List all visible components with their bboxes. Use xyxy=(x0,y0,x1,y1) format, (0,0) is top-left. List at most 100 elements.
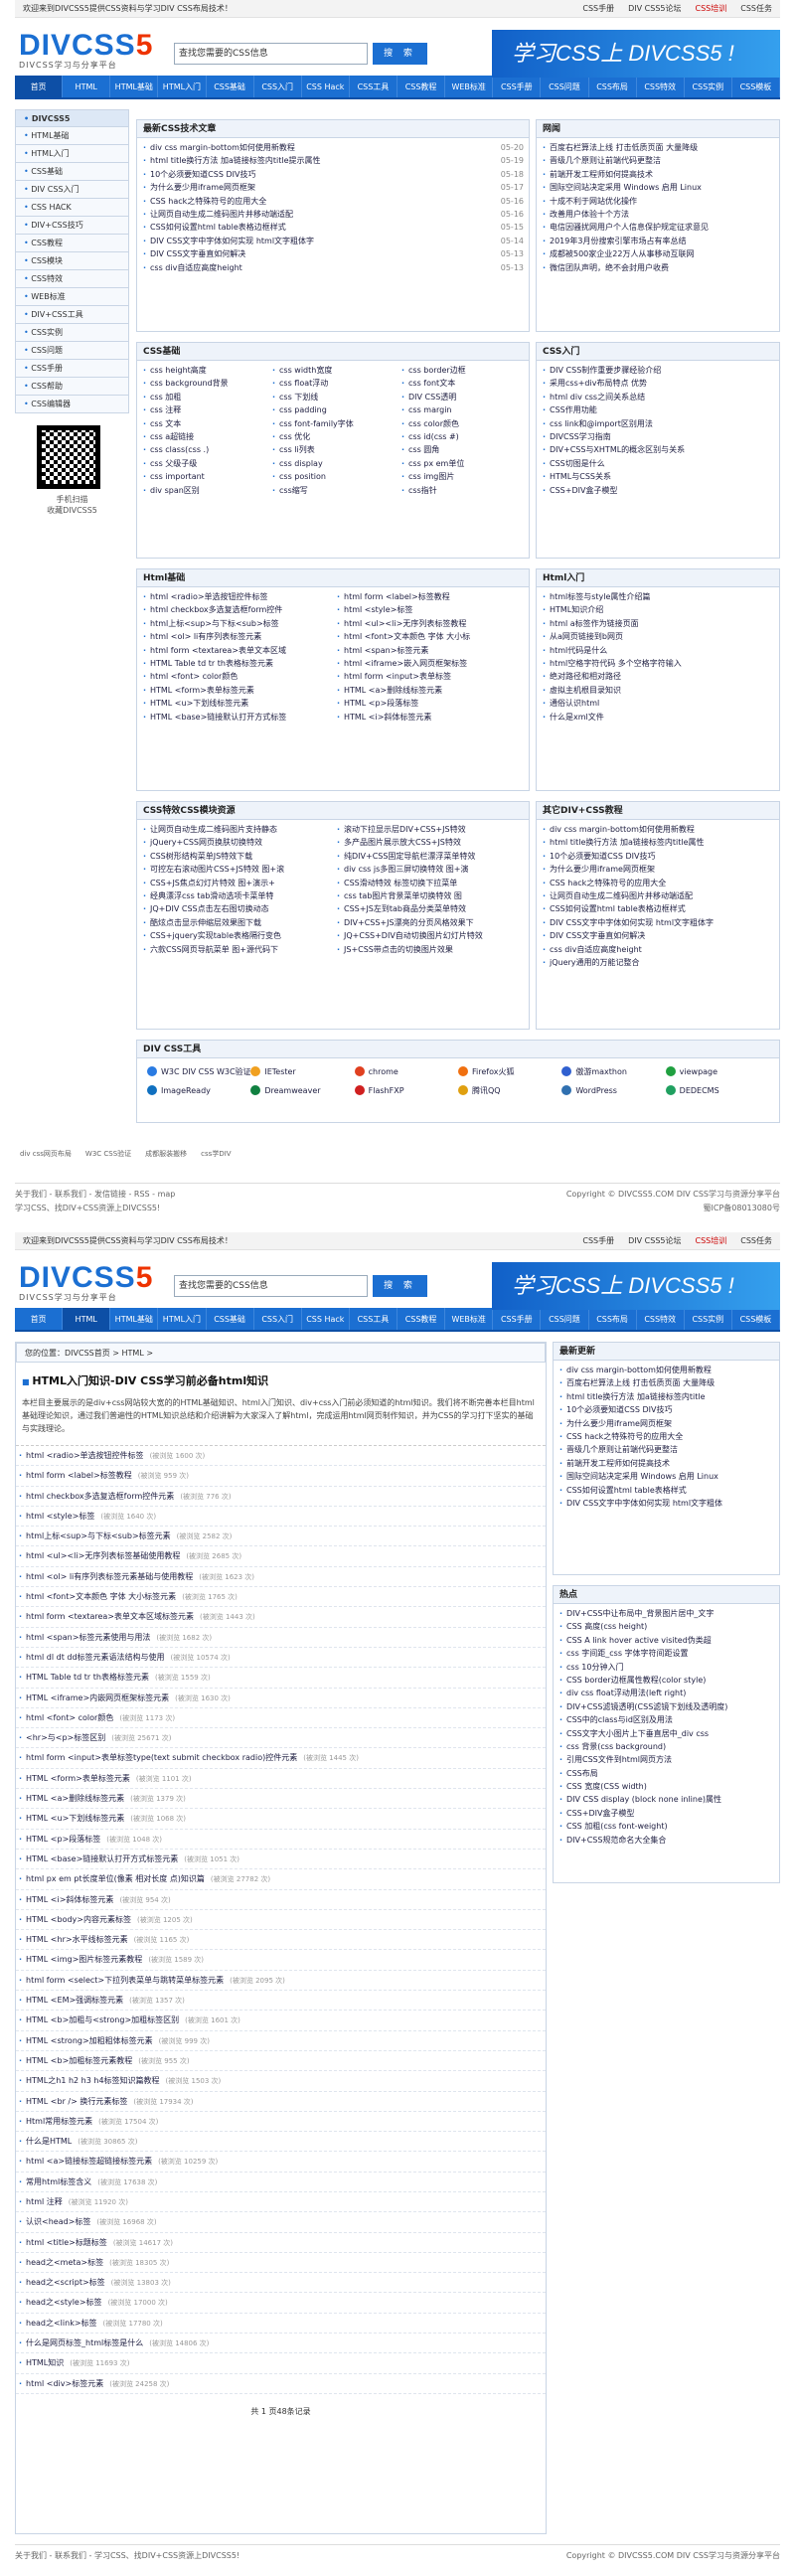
nav-item[interactable]: CSS特效 xyxy=(637,1308,685,1330)
search-button-2[interactable]: 搜 索 xyxy=(373,1275,427,1297)
article-link[interactable]: HTML <a>删除线标签元素 xyxy=(26,1794,124,1803)
article-link[interactable]: 让网页自动生成二维码图片并移动端适配 xyxy=(150,210,293,219)
article-link[interactable]: HTML <i>斜体标签元素 xyxy=(26,1895,113,1904)
grid-link[interactable]: 让网页自动生成二维码图片支持静态 xyxy=(142,823,330,836)
article-link[interactable]: html form <textarea>表单文本区域标签元素 xyxy=(26,1612,194,1621)
article-link[interactable]: html <div>标签元素 xyxy=(26,2379,103,2388)
grid-link[interactable]: css px em单位 xyxy=(400,457,524,470)
nav-item[interactable]: CSS教程 xyxy=(398,76,446,97)
list-item[interactable]: CSS布局 xyxy=(558,1767,774,1780)
grid-link[interactable]: html <font> color颜色 xyxy=(142,670,330,683)
grid-link[interactable]: 酷炫点击显示伸缩层效果图下载 xyxy=(142,916,330,929)
list-item[interactable]: 前端开发工程师如何提高技术 xyxy=(542,168,774,181)
grid-link[interactable]: css background背景 xyxy=(142,377,265,390)
grid-link[interactable]: css 文本 xyxy=(142,417,265,430)
list-item[interactable]: CSS 高度(css height) xyxy=(558,1620,774,1633)
logo-2[interactable]: DIVCSS5 DIVCSS学习与分享平台 xyxy=(19,1263,153,1303)
nav-item[interactable]: CSS布局 xyxy=(589,76,637,97)
nav-item[interactable]: CSS模板 xyxy=(732,1308,780,1330)
list-item[interactable]: CSS 宽度(CSS width) xyxy=(558,1780,774,1793)
list-item[interactable]: DIV+CSS规范命名大全集合 xyxy=(558,1834,774,1847)
grid-link[interactable]: div css js多图三屏切换特效 图+演 xyxy=(336,863,524,876)
list-item[interactable]: div css margin-bottom如何使用新教程 xyxy=(558,1364,774,1376)
article-link[interactable]: html <font> color颜色 xyxy=(26,1713,113,1722)
grid-link[interactable]: DIV CSS透明 xyxy=(400,391,524,403)
tool-item[interactable]: 傲游maxthon xyxy=(561,1064,665,1079)
nav-item[interactable]: CSS布局 xyxy=(589,1308,637,1330)
grid-link[interactable]: css a超链接 xyxy=(142,430,265,443)
list-item[interactable]: 为什么要少用iframe网页框架 xyxy=(558,1417,774,1430)
tool-label[interactable]: Firefox火狐 xyxy=(472,1067,514,1076)
grid-link[interactable]: JS+CSS带点击的切换图片效果 xyxy=(336,943,524,956)
article-link[interactable]: HTML Table td tr th表格标签元素 xyxy=(26,1673,149,1682)
article-link[interactable]: CSS hack之特殊符号的应用大全 xyxy=(150,197,266,206)
grid-link[interactable]: css 加粗 xyxy=(142,391,265,403)
grid-link[interactable]: css class(css .) xyxy=(142,443,265,456)
search-input[interactable]: 查找您需要的CSS信息 xyxy=(174,43,368,65)
sidebar-item[interactable]: CSS手册 xyxy=(15,360,129,378)
article-link[interactable]: HTML之h1 h2 h3 h4标签知识篇教程 xyxy=(26,2076,160,2085)
grid-link[interactable]: css font文本 xyxy=(400,377,524,390)
friend-link[interactable]: 成都服装搬移 xyxy=(145,1150,187,1158)
list-item[interactable]: 什么是xml文件 xyxy=(542,711,774,724)
list-item[interactable]: CSS中的class与id区别及用法 xyxy=(558,1713,774,1726)
nav-item[interactable]: CSS工具 xyxy=(350,76,398,97)
nav-item[interactable]: CSS基础 xyxy=(207,76,254,97)
grid-link[interactable]: HTML <a>删除线标签元素 xyxy=(336,684,524,697)
list-item[interactable]: html a标签作为链接页面 xyxy=(542,617,774,630)
article-link[interactable]: 常用html标签含义 xyxy=(26,2177,91,2186)
grid-link[interactable]: DIV+CSS+JS漂亮的分页风格效果下 xyxy=(336,916,524,929)
tool-item[interactable]: 腾讯QQ xyxy=(458,1083,561,1098)
list-item[interactable]: 2019年3月份搜索引擎市场占有率总结 xyxy=(542,235,774,247)
top-link[interactable]: CSS手册 xyxy=(582,4,614,13)
list-item[interactable]: 让网页自动生成二维码图片并移动端适配 xyxy=(542,889,774,902)
article-link[interactable]: html <font>文本颜色 字体 大小标签元素 xyxy=(26,1592,176,1601)
logo[interactable]: DIVCSS5 DIVCSS学习与分享平台 xyxy=(19,31,153,71)
nav-item[interactable]: CSS特效 xyxy=(637,76,685,97)
grid-link[interactable]: html <span>标签元素 xyxy=(336,644,524,657)
grid-link[interactable]: html <radio>单选按钮控件标签 xyxy=(142,590,330,603)
list-item[interactable]: DIV CSS文字垂直如何解决 xyxy=(542,929,774,942)
nav-item[interactable]: CSS工具 xyxy=(350,1308,398,1330)
nav-item[interactable]: CSS手册 xyxy=(493,1308,542,1330)
grid-link[interactable]: html <font>文本颜色 字体 大小标 xyxy=(336,630,524,643)
grid-link[interactable]: css padding xyxy=(271,403,395,416)
article-link[interactable]: 10个必须要知道CSS DIV技巧 xyxy=(150,170,255,179)
top-link[interactable]: DIV CSS5论坛 xyxy=(628,4,681,13)
grid-link[interactable]: html <ul><li>无序列表标签教程 xyxy=(336,617,524,630)
grid-link[interactable]: css height高度 xyxy=(142,364,265,377)
article-link[interactable]: html checkbox多选复选框form控件元素 xyxy=(26,1492,174,1501)
nav-item[interactable]: CSS Hack xyxy=(302,76,350,97)
article-link[interactable]: DIV CSS文字垂直如何解决 xyxy=(150,249,245,258)
tool-label[interactable]: IETester xyxy=(264,1067,295,1076)
list-item[interactable]: DIV CSS文字中字体如何实现 html文字粗体字 xyxy=(542,916,774,929)
nav-item[interactable]: CSS实例 xyxy=(685,76,732,97)
sidebar-item[interactable]: CSS HACK xyxy=(15,199,129,217)
grid-link[interactable]: css 下划线 xyxy=(271,391,395,403)
article-link[interactable]: html form <label>标签教程 xyxy=(26,1471,132,1480)
grid-link[interactable]: HTML <i>斜体标签元素 xyxy=(336,711,524,724)
list-item[interactable]: html标签与style属性介绍篇 xyxy=(542,590,774,603)
grid-link[interactable]: JQ+CSS+DIV自动切换图片幻灯片特效 xyxy=(336,929,524,942)
list-item[interactable]: html空格字符代码 多个空格字符输入 xyxy=(542,657,774,670)
top-link[interactable]: DIV CSS5论坛 xyxy=(628,1236,681,1245)
grid-link[interactable]: css指针 xyxy=(400,484,524,497)
list-item[interactable]: css 背景(css background) xyxy=(558,1740,774,1753)
article-link[interactable]: HTML <iframe>内嵌网页框架标签元素 xyxy=(26,1693,169,1702)
list-item[interactable]: 引用CSS文件到html网页方法 xyxy=(558,1753,774,1766)
grid-link[interactable]: css tab图片背景菜单切换特效 图 xyxy=(336,889,524,902)
grid-link[interactable]: CSS树形结构菜单JS特效下载 xyxy=(142,850,330,863)
grid-link[interactable]: html form <input>表单标签 xyxy=(336,670,524,683)
article-link[interactable]: html title换行方法 加a链接标签内title提示属性 xyxy=(150,156,321,165)
sidebar-item[interactable]: CSS帮助 xyxy=(15,378,129,396)
list-item[interactable]: 采用css+div布局特点 优势 xyxy=(542,377,774,390)
tool-label[interactable]: 傲游maxthon xyxy=(575,1067,627,1076)
article-link[interactable]: html dl dt dd标签元素语法结构与使用 xyxy=(26,1653,165,1662)
tool-label[interactable]: 腾讯QQ xyxy=(472,1086,501,1095)
nav-item[interactable]: WEB标准 xyxy=(445,1308,494,1330)
list-item[interactable]: DIV+CSS与XHTML的概念区别与关系 xyxy=(542,443,774,456)
tool-label[interactable]: viewpage xyxy=(680,1067,717,1076)
nav-item[interactable]: CSS入门 xyxy=(254,1308,302,1330)
grid-link[interactable]: css 注释 xyxy=(142,403,265,416)
article-link[interactable]: html <title>标题标签 xyxy=(26,2238,107,2247)
